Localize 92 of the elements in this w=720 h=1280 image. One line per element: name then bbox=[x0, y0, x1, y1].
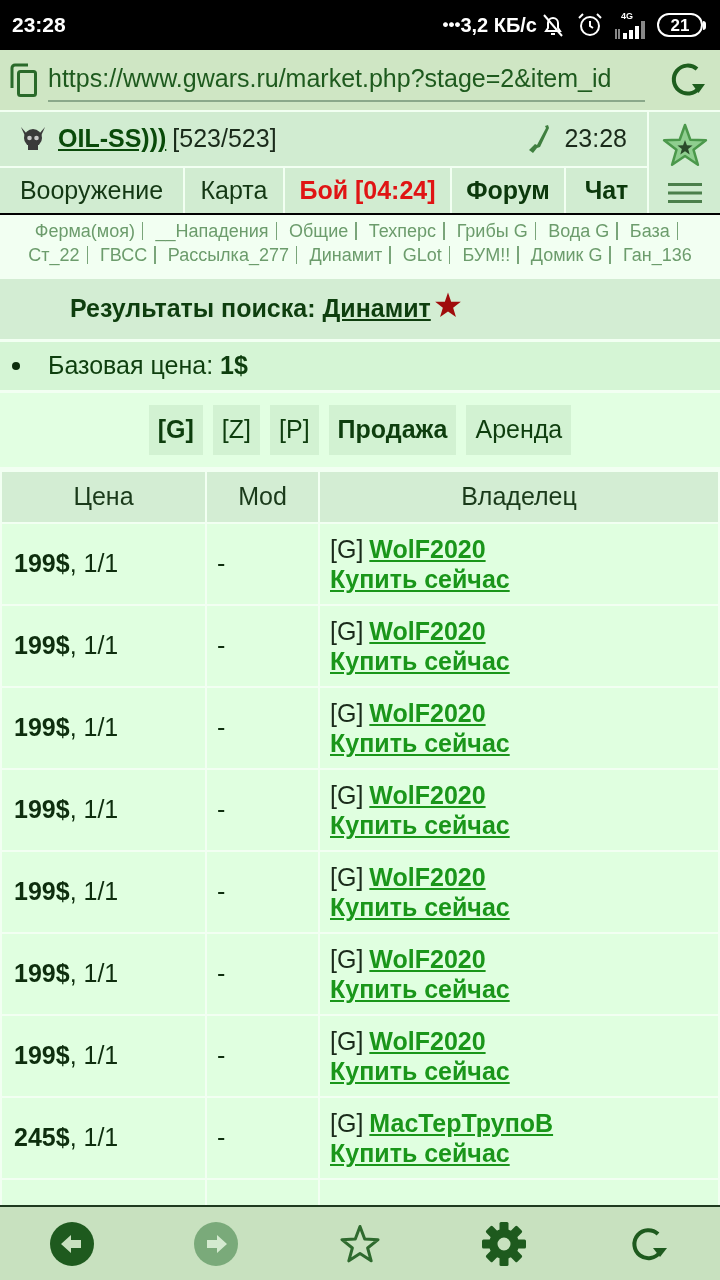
owner-link[interactable]: WolF2020 bbox=[369, 862, 486, 892]
owner-link[interactable]: WolF2020 bbox=[369, 1026, 486, 1056]
bell-off-icon bbox=[541, 12, 565, 38]
buy-now-link[interactable]: Купить сейчас bbox=[330, 646, 510, 676]
quick-link[interactable]: Вода G bbox=[548, 221, 610, 241]
nav-tab[interactable]: Бой [04:24] bbox=[285, 168, 450, 213]
price-cell: 199$, 1/1 bbox=[2, 524, 205, 604]
owner-link[interactable]: WolF2020 bbox=[369, 616, 486, 646]
nav-tab[interactable]: Чат bbox=[566, 168, 647, 213]
copy-icon[interactable] bbox=[10, 63, 38, 97]
buy-now-link[interactable]: Купить сейчас bbox=[330, 892, 510, 922]
quick-link[interactable]: GLot bbox=[402, 245, 442, 265]
skull-icon bbox=[19, 126, 47, 152]
quick-link[interactable]: Ган_136 bbox=[623, 245, 692, 265]
alarm-clock-icon bbox=[577, 12, 603, 38]
buy-now-link[interactable]: Купить сейчас bbox=[330, 810, 510, 840]
quick-link[interactable]: __Нападения bbox=[155, 221, 269, 241]
price-cell: 199$, 1/1 bbox=[2, 770, 205, 850]
quick-link[interactable]: БУМ!! bbox=[462, 245, 511, 265]
base-price-text: Базовая цена: 1$ bbox=[48, 350, 248, 382]
quick-link[interactable]: ГВСС bbox=[100, 245, 148, 265]
clan-tag: [G] bbox=[330, 1108, 364, 1138]
star-icon bbox=[433, 291, 462, 319]
mod-cell: - bbox=[207, 606, 318, 686]
clan-tag: [G] bbox=[330, 698, 364, 728]
price-cell: 199$, 1/1 bbox=[2, 688, 205, 768]
rifle-icon bbox=[528, 124, 551, 154]
quick-link[interactable]: База bbox=[629, 221, 670, 241]
owner-link[interactable]: WolF2020 bbox=[369, 944, 486, 974]
menu-icon[interactable] bbox=[667, 183, 702, 203]
quick-link[interactable]: Динамит bbox=[309, 245, 383, 265]
clock-time: 23:28 bbox=[12, 12, 66, 39]
address-field[interactable]: https://www.gwars.ru/market.php?stage=2&item_id bbox=[48, 58, 645, 102]
owner-link[interactable]: WolF2020 bbox=[369, 698, 486, 728]
network-type-label: 4G bbox=[621, 11, 633, 21]
price-cell: 199$, 1/1 bbox=[2, 1016, 205, 1096]
mod-cell: - bbox=[207, 1016, 318, 1096]
battery-indicator: 21 bbox=[657, 13, 706, 37]
player-health: [523/523] bbox=[172, 123, 277, 155]
back-icon[interactable] bbox=[50, 1221, 94, 1266]
quick-link[interactable]: Техперс bbox=[368, 221, 437, 241]
price-cell: 245$, 1/1 bbox=[2, 1098, 205, 1178]
clan-tag: [G] bbox=[330, 1026, 364, 1056]
owner-link[interactable]: WolF2020 bbox=[369, 780, 486, 810]
search-results-label: Результаты поиска: bbox=[70, 293, 316, 325]
buy-now-link[interactable]: Купить сейчас bbox=[330, 1138, 510, 1168]
owner-link[interactable]: WolF2020 bbox=[369, 534, 486, 564]
clan-tag: [G] bbox=[330, 616, 364, 646]
clan-tag: [G] bbox=[330, 862, 364, 892]
quick-link[interactable]: Ст_22 bbox=[28, 245, 80, 265]
mod-cell: - bbox=[207, 770, 318, 850]
quick-link[interactable]: Грибы G bbox=[456, 221, 528, 241]
mod-cell: - bbox=[207, 524, 318, 604]
filter-button[interactable]: [Z] bbox=[212, 405, 260, 455]
nav-tab[interactable]: Вооружение bbox=[0, 168, 183, 213]
nav-tab[interactable]: Карта bbox=[185, 168, 283, 213]
network-speed: 3,2 КБ/с bbox=[460, 13, 537, 38]
clan-tag: [G] bbox=[330, 944, 364, 974]
mod-cell: - bbox=[207, 852, 318, 932]
clan-tag: [G] bbox=[330, 534, 364, 564]
bullet-icon bbox=[12, 362, 20, 370]
column-header: Mod bbox=[207, 472, 318, 522]
price-cell: 199$, 1/1 bbox=[2, 852, 205, 932]
price-cell: 199$, 1/1 bbox=[2, 934, 205, 1014]
mod-cell: - bbox=[207, 1098, 318, 1178]
settings-icon[interactable] bbox=[482, 1221, 526, 1266]
clan-tag: [G] bbox=[330, 780, 364, 810]
notification-dots: ••• bbox=[442, 14, 461, 37]
owner-link[interactable]: МасТерТрупоВ bbox=[369, 1108, 554, 1138]
mod-cell: - bbox=[207, 688, 318, 768]
quick-link[interactable]: Общие bbox=[289, 221, 349, 241]
filter-button[interactable]: Аренда bbox=[466, 405, 572, 455]
filter-button[interactable]: Продажа bbox=[328, 405, 457, 455]
item-link[interactable]: Динамит bbox=[322, 290, 431, 328]
nav-tab[interactable]: Форум bbox=[452, 168, 564, 213]
game-time: 23:28 bbox=[564, 123, 627, 155]
buy-now-link[interactable]: Купить сейчас bbox=[330, 728, 510, 758]
buy-now-link[interactable]: Купить сейчас bbox=[330, 564, 510, 594]
quick-link[interactable]: Домик G bbox=[530, 245, 603, 265]
buy-now-link[interactable]: Купить сейчас bbox=[330, 1056, 510, 1086]
quick-link[interactable]: Ферма(моя) bbox=[34, 221, 135, 241]
buy-now-link[interactable]: Купить сейчас bbox=[330, 974, 510, 1004]
mod-cell: - bbox=[207, 934, 318, 1014]
filter-button[interactable]: [G] bbox=[148, 405, 203, 455]
player-name-link[interactable]: OIL-SS))) bbox=[58, 120, 167, 158]
price-cell: 199$, 1/1 bbox=[2, 606, 205, 686]
signal-icon bbox=[615, 20, 647, 39]
quick-link[interactable]: Рассылка_277 bbox=[167, 245, 289, 265]
column-header: Владелец bbox=[320, 472, 718, 522]
column-header: Цена bbox=[2, 472, 205, 522]
filter-button[interactable]: [P] bbox=[270, 405, 319, 455]
star-icon[interactable] bbox=[339, 1223, 381, 1264]
